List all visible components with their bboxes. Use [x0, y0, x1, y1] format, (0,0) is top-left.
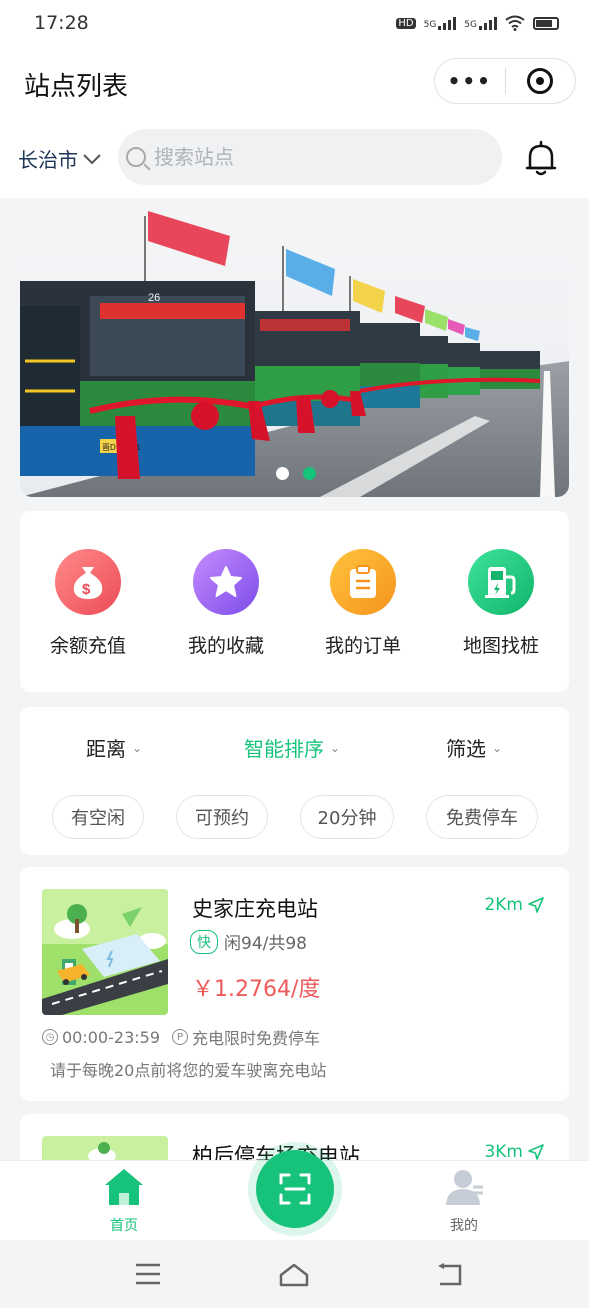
signal-5g-icon: 5G — [424, 16, 457, 30]
tab-home[interactable]: 首页 — [84, 1167, 164, 1235]
user-icon — [446, 1170, 483, 1205]
chip-20min[interactable]: 20分钟 — [300, 795, 394, 839]
clock-icon: ◷ — [42, 1029, 58, 1045]
star-icon — [193, 549, 259, 615]
signal-5g-icon-2: 5G — [464, 16, 497, 30]
station-note: 请于每晚20点前将您的爱车驶离充电站 — [50, 1061, 327, 1080]
quick-map[interactable]: 地图找桩 — [441, 549, 561, 658]
quick-orders-label: 我的订单 — [324, 635, 401, 657]
chevron-down-icon: ⌄ — [492, 740, 503, 755]
parking-icon: P — [172, 1029, 188, 1045]
sort-filter-label: 筛选 — [446, 737, 486, 761]
station-price: ￥1.2764/度 — [192, 977, 321, 1002]
station-name: 史家庄充电站 — [192, 897, 318, 921]
chevron-down-icon: ⌄ — [132, 740, 143, 755]
network-label-1: 5G — [423, 20, 437, 30]
sort-smart[interactable]: 智能排序 ⌄ — [244, 733, 340, 762]
chevron-down-icon — [83, 153, 101, 164]
quick-recharge[interactable]: $ 余额充值 — [28, 549, 148, 658]
station-parking: 充电限时免费停车 — [192, 1029, 321, 1048]
carousel-dot-2[interactable] — [303, 467, 316, 480]
money-bag-icon: $ — [55, 549, 121, 615]
fast-charge-badge: 快 — [190, 929, 218, 954]
city-label: 长治市 — [18, 148, 78, 172]
search-input[interactable] — [154, 145, 474, 169]
quick-recharge-label: 余额充值 — [49, 635, 126, 657]
status-bar: 17:28 HD 5G 5G — [0, 0, 589, 46]
search-box[interactable] — [118, 129, 502, 185]
tab-mine-label: 我的 — [450, 1218, 478, 1234]
clipboard-icon — [330, 549, 396, 615]
sort-smart-label: 智能排序 — [244, 737, 324, 761]
quick-favorites-label: 我的收藏 — [187, 635, 264, 657]
station-thumbnail — [42, 889, 168, 1015]
sort-distance[interactable]: 距离 ⌄ — [86, 733, 142, 762]
chip-reservable[interactable]: 可预约 — [176, 795, 268, 839]
charging-pile-icon — [468, 549, 534, 615]
station-distance[interactable]: 3Km — [484, 1142, 545, 1162]
bus-fleet-image: 26 晋D·07851 — [20, 211, 569, 497]
search-icon — [126, 147, 146, 167]
scan-icon — [279, 1173, 311, 1205]
sort-filter[interactable]: 筛选 ⌄ — [446, 733, 502, 762]
tab-mine[interactable]: 我的 — [424, 1167, 504, 1235]
quick-orders[interactable]: 我的订单 — [303, 549, 423, 658]
back-icon[interactable] — [436, 1262, 464, 1288]
filter-card: 距离 ⌄ 智能排序 ⌄ 筛选 ⌄ 有空闲 可预约 20分钟 免费停车 — [20, 707, 569, 855]
network-label-2: 5G — [464, 20, 477, 30]
bus-route-number: 26 — [148, 292, 160, 304]
sort-distance-label: 距离 — [86, 737, 126, 761]
station-availability-count: 闲94/共98 — [224, 934, 307, 954]
station-distance-value: 2Km — [484, 895, 523, 915]
quick-map-label: 地图找桩 — [462, 635, 539, 657]
system-nav-bar — [0, 1240, 589, 1308]
search-row: 长治市 — [0, 120, 589, 198]
hd-badge: HD — [396, 17, 416, 29]
station-distance-value: 3Km — [484, 1142, 523, 1162]
station-meta: ◷ 00:00-23:59 P 充电限时免费停车 — [42, 1025, 320, 1049]
status-icons: HD 5G 5G — [396, 15, 559, 31]
navigate-arrow-icon — [528, 1144, 544, 1160]
station-hours: 00:00-23:59 — [62, 1027, 160, 1047]
banner-carousel[interactable]: 26 晋D·07851 — [20, 211, 569, 497]
station-distance[interactable]: 2Km — [484, 895, 545, 915]
tab-home-label: 首页 — [110, 1218, 138, 1234]
navigate-arrow-icon — [528, 897, 544, 913]
station-availability: 快 闲94/共98 — [190, 929, 307, 954]
menu-icon[interactable] — [134, 1262, 162, 1286]
home-nav-icon[interactable] — [278, 1262, 310, 1288]
bell-icon[interactable] — [524, 138, 558, 178]
scan-button[interactable] — [256, 1150, 334, 1228]
quick-favorites[interactable]: 我的收藏 — [166, 549, 286, 658]
carousel-indicator — [276, 467, 316, 480]
city-selector[interactable]: 长治市 — [18, 144, 102, 173]
quick-actions-card: $ 余额充值 我的收藏 我的订单 地图找桩 — [20, 511, 569, 692]
chip-free-parking[interactable]: 免费停车 — [426, 795, 538, 839]
page-title: 站点列表 — [24, 72, 129, 102]
status-time: 17:28 — [34, 12, 89, 34]
title-bar: 站点列表 ••• — [0, 46, 589, 120]
mini-program-capsule: ••• — [434, 58, 576, 104]
close-button[interactable] — [506, 68, 576, 94]
chip-idle[interactable]: 有空闲 — [52, 795, 144, 839]
more-dots-icon[interactable]: ••• — [435, 69, 505, 93]
home-icon — [105, 1169, 143, 1205]
svg-text:$: $ — [82, 581, 91, 598]
target-close-icon — [527, 68, 554, 94]
wifi-icon — [505, 15, 525, 31]
station-card[interactable]: 史家庄充电站 2Km 快 闲94/共98 ￥1.2764/度 ◷ 00:00-2… — [20, 867, 569, 1101]
carousel-dot-1[interactable] — [276, 467, 289, 480]
battery-icon — [533, 16, 559, 30]
chevron-down-icon: ⌄ — [330, 740, 341, 755]
